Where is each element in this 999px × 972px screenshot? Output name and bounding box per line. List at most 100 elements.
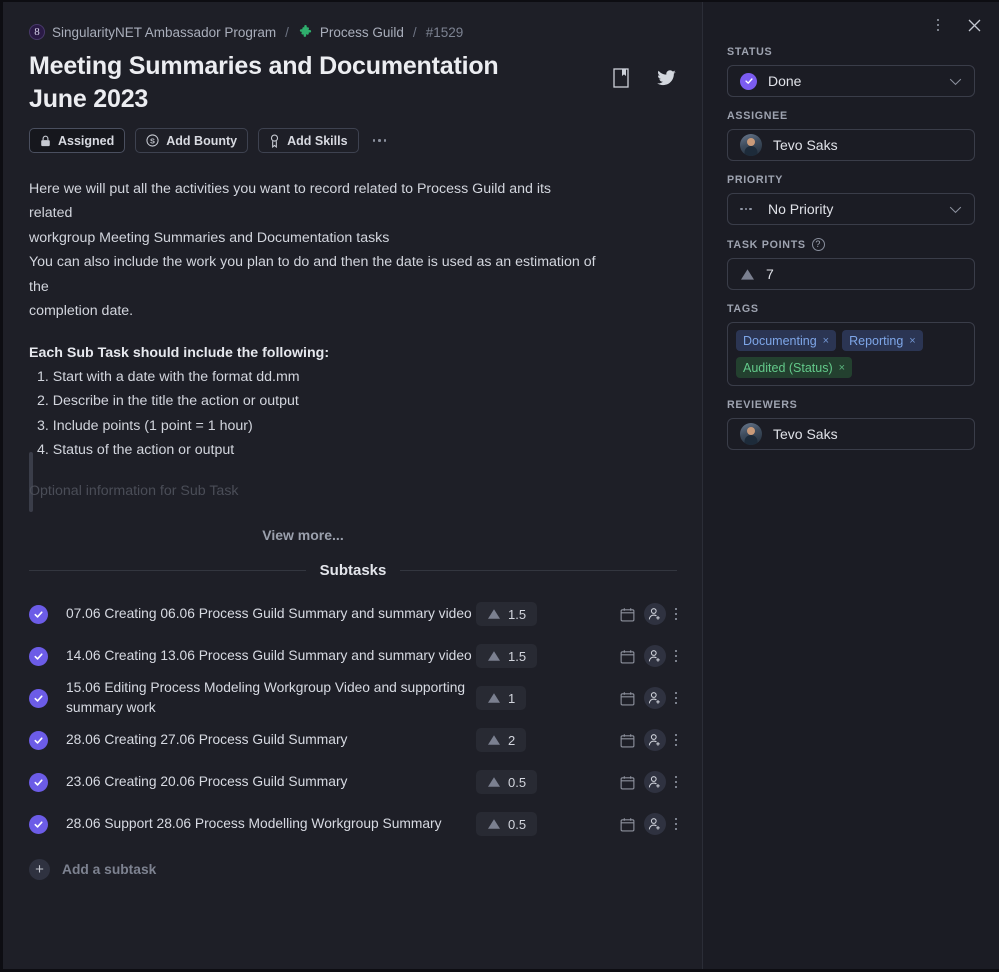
subtasks-header: Subtasks (3, 562, 702, 579)
add-bounty-button-label: Add Bounty (166, 133, 238, 148)
page-title: Meeting Summaries and Documentation June… (29, 52, 499, 113)
puzzle-piece-icon (299, 24, 311, 37)
subtask-menu-button[interactable] (674, 817, 677, 831)
subtask-checkbox[interactable] (29, 730, 48, 750)
tags-container[interactable]: Documenting × Reporting × Audited (Statu… (727, 322, 975, 386)
assignee-field: ASSIGNEE Tevo Saks (727, 110, 975, 161)
add-skills-button[interactable]: Add Skills (258, 128, 359, 153)
subtask-calendar-button[interactable] (620, 775, 635, 790)
subtask-assign-button[interactable] (643, 603, 666, 625)
subtask-calendar-button[interactable] (620, 649, 635, 664)
status-field: STATUS Done (727, 46, 975, 97)
calendar-icon (620, 775, 634, 789)
breadcrumb-task-id[interactable]: #1529 (426, 25, 464, 40)
subtask-checkbox[interactable] (29, 688, 48, 708)
task-more-actions-button[interactable] (369, 139, 391, 142)
subtask-calendar-button[interactable] (620, 733, 635, 748)
chevron-down-icon (949, 73, 962, 89)
subtask-points-badge[interactable]: 0.5 (476, 812, 538, 836)
subtask-menu-button[interactable] (674, 607, 677, 621)
subtask-points-badge[interactable]: 1.5 (476, 602, 538, 626)
priority-select[interactable]: No Priority (727, 193, 975, 225)
calendar-icon (620, 607, 634, 621)
twitter-share-button[interactable] (657, 69, 676, 92)
subtask-assign-button[interactable] (643, 687, 666, 709)
subtask-checkbox[interactable] (29, 772, 48, 792)
subtask-row[interactable]: 28.06 Creating 27.06 Process Guild Summa… (3, 719, 702, 761)
reviewers-select[interactable]: Tevo Saks (727, 418, 975, 450)
subtask-assign-button[interactable] (643, 813, 666, 835)
tag-remove-icon[interactable]: × (839, 362, 845, 374)
tag-chip[interactable]: Documenting × (736, 330, 837, 351)
status-label: STATUS (727, 46, 773, 58)
breadcrumb-guild[interactable]: Process Guild (298, 24, 404, 40)
add-person-icon (648, 608, 660, 620)
add-bounty-button[interactable]: S Add Bounty (135, 128, 249, 153)
close-button[interactable] (963, 14, 985, 36)
subtask-assign-button[interactable] (643, 729, 666, 751)
task-points-label: TASK POINTS ? (727, 238, 975, 251)
main-content: 8 SingularityNET Ambassador Program / Pr… (3, 2, 703, 969)
question-mark-icon[interactable]: ? (811, 238, 825, 251)
subtask-points-badge[interactable]: 1 (476, 686, 527, 710)
description-item-3: 3. Include points (1 point = 1 hour) (37, 417, 253, 434)
subtask-menu-button[interactable] (674, 691, 677, 705)
window-menu-button[interactable] (927, 14, 949, 36)
subtask-title[interactable]: 14.06 Creating 13.06 Process Guild Summa… (66, 646, 476, 666)
subtask-menu-button[interactable] (674, 649, 677, 663)
subtasks-header-label: Subtasks (319, 562, 387, 579)
subtask-row[interactable]: 15.06 Editing Process Modeling Workgroup… (3, 677, 702, 719)
tag-remove-icon[interactable]: × (823, 335, 829, 347)
subtask-menu-button[interactable] (674, 733, 677, 747)
breadcrumb-separator-1: / (285, 24, 289, 40)
subtask-row[interactable]: 07.06 Creating 06.06 Process Guild Summa… (3, 593, 702, 635)
subtask-points-badge[interactable]: 1.5 (476, 644, 538, 668)
subtask-assign-button[interactable] (643, 645, 666, 667)
breadcrumb-org[interactable]: 8 SingularityNET Ambassador Program (29, 24, 276, 40)
medal-icon (271, 133, 279, 148)
subtask-title[interactable]: 07.06 Creating 06.06 Process Guild Summa… (66, 604, 476, 624)
subtask-row[interactable]: 23.06 Creating 20.06 Process Guild Summa… (3, 761, 702, 803)
task-points-input[interactable]: 7 (727, 258, 975, 290)
subtask-points-value: 0.5 (508, 816, 527, 832)
subtask-points-value: 1.5 (508, 606, 527, 622)
subtask-checkbox[interactable] (29, 604, 48, 624)
subtask-checkbox[interactable] (29, 646, 48, 666)
subtask-points-badge[interactable]: 0.5 (476, 770, 538, 794)
subtask-title[interactable]: 23.06 Creating 20.06 Process Guild Summa… (66, 772, 476, 792)
view-more-button[interactable]: View more... (29, 503, 577, 547)
task-points-label-text: TASK POINTS (727, 238, 806, 251)
triangle-icon (488, 609, 500, 619)
subtask-checkbox[interactable] (29, 814, 48, 834)
description-item-4: 4. Status of the action or output (37, 442, 235, 459)
subtask-title[interactable]: 28.06 Support 28.06 Process Modelling Wo… (66, 814, 476, 834)
subtask-row[interactable]: 14.06 Creating 13.06 Process Guild Summa… (3, 635, 702, 677)
tag-remove-icon[interactable]: × (909, 335, 915, 347)
breadcrumb-org-label: SingularityNET Ambassador Program (52, 24, 277, 40)
subtask-title[interactable]: 28.06 Creating 27.06 Process Guild Summa… (66, 730, 476, 750)
assigned-button[interactable]: Assigned (29, 128, 126, 153)
subtask-points-badge[interactable]: 2 (476, 728, 527, 752)
priority-dots-icon (740, 207, 757, 211)
tag-chip[interactable]: Audited (Status) × (736, 357, 853, 378)
add-person-icon (648, 734, 660, 746)
add-subtask-button[interactable]: + Add a subtask (3, 845, 702, 880)
bookmark-button[interactable] (613, 68, 629, 93)
subtask-row[interactable]: 28.06 Support 28.06 Process Modelling Wo… (3, 803, 702, 845)
breadcrumb-separator-2: / (412, 24, 417, 40)
subtask-assign-button[interactable] (643, 771, 666, 793)
svg-text:S: S (150, 136, 155, 145)
subtask-calendar-button[interactable] (620, 691, 635, 706)
tag-chip[interactable]: Reporting × (842, 330, 923, 351)
status-select[interactable]: Done (727, 65, 975, 97)
task-description: Here we will put all the activities you … (3, 153, 623, 547)
tags-field: TAGS Documenting × Reporting × Audited (… (727, 303, 975, 386)
description-item-2: 2. Describe in the title the action or o… (37, 393, 299, 410)
subtask-points-value: 1.5 (508, 648, 527, 664)
subtask-title[interactable]: 15.06 Editing Process Modeling Workgroup… (66, 678, 476, 718)
subtask-calendar-button[interactable] (620, 607, 635, 622)
assignee-select[interactable]: Tevo Saks (727, 129, 975, 161)
dollar-circle-icon: S (146, 134, 159, 147)
subtask-calendar-button[interactable] (620, 817, 635, 832)
subtask-menu-button[interactable] (674, 775, 677, 789)
